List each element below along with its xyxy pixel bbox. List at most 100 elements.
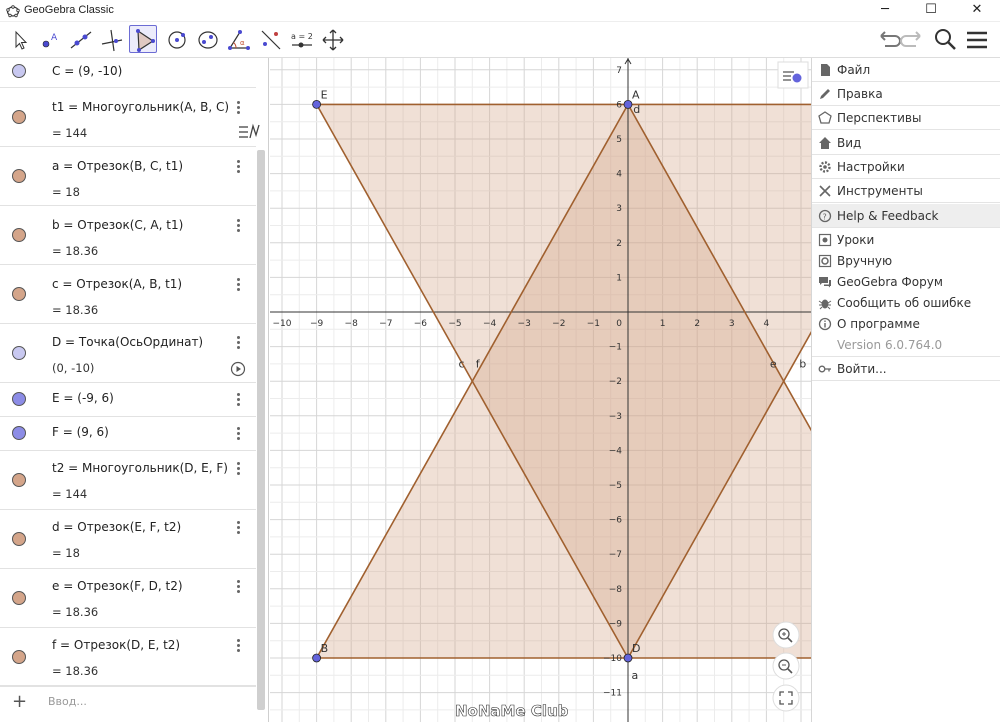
- y-tick-label: 1: [616, 273, 622, 283]
- y-tick-label: −1: [609, 343, 622, 353]
- y-tick-label: −2: [609, 377, 622, 387]
- x-tick-label: −8: [345, 319, 359, 329]
- menu-item-forum[interactable]: GeoGebra Форум: [812, 272, 1000, 293]
- algebra-row[interactable]: D = Точка(ОсьОрдинат) (0, -10): [0, 324, 256, 383]
- more-options-icon[interactable]: [233, 218, 243, 234]
- algebra-sort-menu-icon[interactable]: [236, 120, 262, 144]
- polygon-tool-button[interactable]: [129, 25, 157, 53]
- graphics-style-bar-button[interactable]: [777, 61, 809, 89]
- tutorial-icon: [818, 233, 832, 247]
- algebra-row[interactable]: t1 = Многоугольник(A, B, C) = 144: [0, 88, 256, 147]
- zoom-out-button[interactable]: [772, 652, 800, 680]
- close-button[interactable]: ✕: [954, 0, 1000, 22]
- undo-button[interactable]: [873, 26, 901, 54]
- perpendicular-tool-button[interactable]: [97, 25, 125, 53]
- menu-item-manual[interactable]: Вручную: [812, 251, 1000, 272]
- more-options-icon[interactable]: [233, 520, 243, 536]
- algebra-row[interactable]: a = Отрезок(B, C, t1) = 18: [0, 147, 256, 206]
- more-options-icon[interactable]: [233, 426, 243, 442]
- play-icon[interactable]: [230, 361, 246, 377]
- fullscreen-button[interactable]: [772, 684, 800, 712]
- info-icon: [818, 317, 832, 331]
- point[interactable]: [312, 100, 321, 109]
- menu-item-tools[interactable]: Инструменты: [812, 179, 1000, 203]
- minimize-button[interactable]: ─: [862, 0, 908, 22]
- y-tick-label: 4: [616, 170, 622, 180]
- point[interactable]: [312, 653, 321, 663]
- algebra-row[interactable]: d = Отрезок(E, F, t2) = 18: [0, 510, 256, 569]
- more-options-icon[interactable]: [233, 461, 243, 477]
- angle-tool-button[interactable]: α: [224, 25, 252, 53]
- algebra-row[interactable]: E = (-9, 6): [0, 383, 256, 417]
- visibility-toggle[interactable]: [12, 650, 26, 664]
- algebra-row[interactable]: c = Отрезок(A, B, t1) = 18.36: [0, 265, 256, 324]
- algebra-scrollbar[interactable]: [257, 150, 265, 710]
- algebra-row[interactable]: b = Отрезок(C, A, t1) = 18.36: [0, 206, 256, 265]
- graphics-view[interactable]: −10 −9 −8 −7 −6 −5 −4 −3 −2 −1 1 2 3 4 7 6 5 4 3 2 1 −1 −2 −3 −4…: [270, 58, 811, 722]
- visibility-toggle[interactable]: [12, 228, 26, 242]
- graphics-canvas[interactable]: −10 −9 −8 −7 −6 −5 −4 −3 −2 −1 1 2 3 47654321−1−2−3−4…: [270, 58, 811, 722]
- zoom-in-button[interactable]: [772, 621, 800, 649]
- svg-text:?: ?: [823, 213, 827, 222]
- menu-item-edit[interactable]: Правка: [812, 82, 1000, 106]
- algebra-input-row[interactable]: + Ввод...: [0, 686, 256, 718]
- circle-tool-button[interactable]: [162, 25, 190, 53]
- menu-item-help[interactable]: ? Help & Feedback: [812, 204, 1000, 228]
- algebra-row[interactable]: f = Отрезок(D, E, t2) = 18.36: [0, 628, 256, 686]
- more-options-icon[interactable]: [233, 638, 243, 654]
- visibility-toggle[interactable]: [12, 110, 26, 124]
- visibility-toggle[interactable]: [12, 64, 26, 78]
- visibility-toggle[interactable]: [12, 426, 26, 440]
- more-options-icon[interactable]: [233, 579, 243, 595]
- main-menu-panel: Файл Правка Перспективы Вид Настройки Ин…: [811, 58, 1000, 722]
- point[interactable]: [623, 653, 633, 663]
- algebra-row[interactable]: e = Отрезок(F, D, t2) = 18.36: [0, 569, 256, 628]
- visibility-toggle[interactable]: [12, 473, 26, 487]
- menu-item-settings[interactable]: Настройки: [812, 155, 1000, 179]
- menu-item-report-bug[interactable]: Сообщить об ошибке: [812, 293, 1000, 314]
- menu-item-label: Правка: [837, 87, 883, 101]
- menu-item-perspectives[interactable]: Перспективы: [812, 106, 1000, 130]
- more-options-icon[interactable]: [233, 100, 243, 116]
- visibility-toggle[interactable]: [12, 287, 26, 301]
- visibility-toggle[interactable]: [12, 532, 26, 546]
- search-button[interactable]: [931, 26, 959, 54]
- algebra-value: = 18.36: [52, 664, 99, 678]
- menu-item-sign-in[interactable]: Войти...: [812, 357, 1000, 381]
- redo-button[interactable]: [900, 26, 928, 54]
- main-menu-button[interactable]: [963, 26, 991, 54]
- maximize-button[interactable]: ☐: [908, 0, 954, 22]
- move-graphics-tool-button[interactable]: [318, 25, 346, 53]
- move-tool-button[interactable]: [4, 25, 32, 53]
- more-options-icon[interactable]: [233, 277, 243, 293]
- line-tool-button[interactable]: [66, 25, 94, 53]
- point[interactable]: [623, 100, 633, 109]
- more-options-icon[interactable]: [233, 335, 243, 351]
- menu-item-about[interactable]: О программе: [812, 314, 1000, 335]
- help-icon: ?: [818, 209, 832, 223]
- visibility-toggle[interactable]: [12, 591, 26, 605]
- segment-label-c: c: [458, 357, 464, 370]
- algebra-input[interactable]: Ввод...: [48, 695, 87, 708]
- algebra-row[interactable]: t2 = Многоугольник(D, E, F) = 144: [0, 451, 256, 510]
- menu-item-file[interactable]: Файл: [812, 58, 1000, 82]
- conic-tool-button[interactable]: [193, 25, 221, 53]
- point-tool-button[interactable]: A: [35, 25, 63, 53]
- algebra-row[interactable]: F = (9, 6): [0, 417, 256, 451]
- visibility-toggle[interactable]: [12, 169, 26, 183]
- visibility-toggle[interactable]: [12, 346, 26, 360]
- reflect-tool-button[interactable]: [256, 25, 284, 53]
- y-tick-label: −7: [609, 550, 622, 560]
- algebra-definition: F = (9, 6): [52, 425, 109, 439]
- more-options-icon[interactable]: [233, 159, 243, 175]
- more-options-icon[interactable]: [233, 392, 243, 408]
- slider-tool-button[interactable]: a = 2: [287, 25, 315, 53]
- add-icon[interactable]: +: [12, 691, 27, 712]
- menu-item-view[interactable]: Вид: [812, 131, 1000, 155]
- algebra-row[interactable]: C = (9, -10): [0, 58, 256, 88]
- visibility-toggle[interactable]: [12, 392, 26, 406]
- menu-item-tutorials[interactable]: Уроки: [812, 230, 1000, 251]
- menu-item-label: Вручную: [837, 254, 893, 268]
- algebra-value: = 144: [52, 126, 88, 140]
- pencil-icon: [820, 89, 830, 99]
